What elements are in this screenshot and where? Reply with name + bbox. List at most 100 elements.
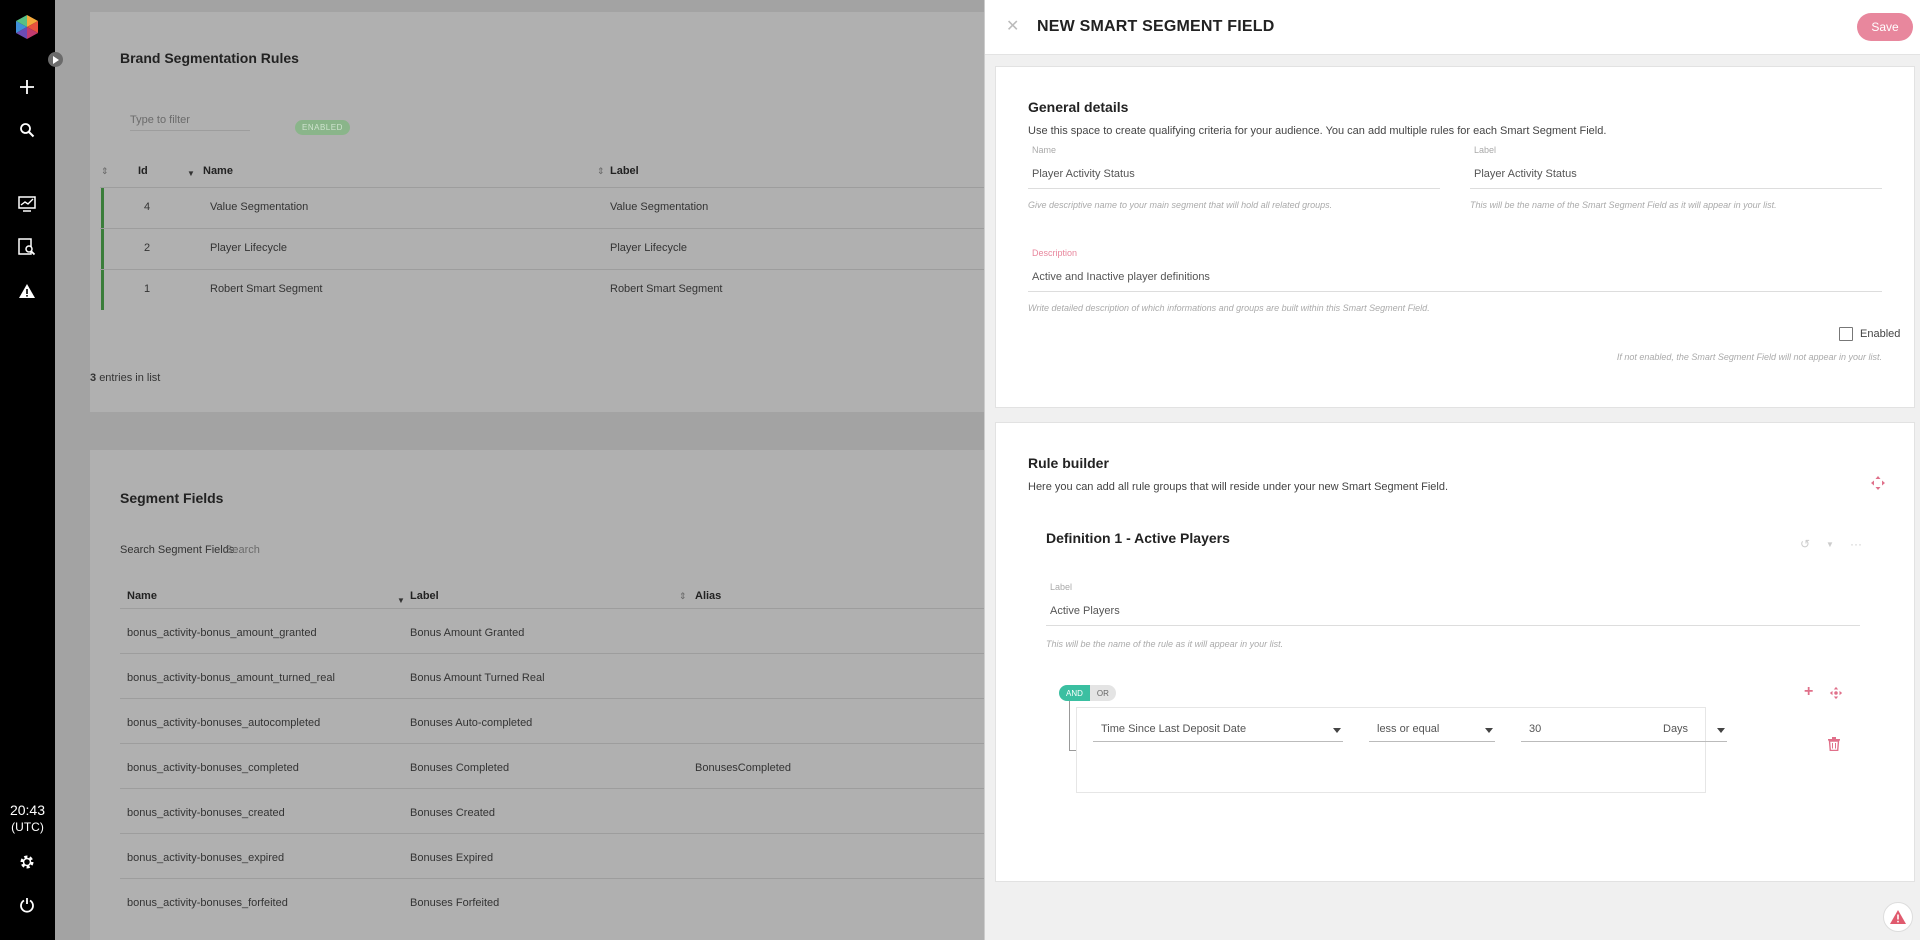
rule-condition-box: Time Since Last Deposit Date less or equ… [1076, 707, 1727, 793]
close-icon[interactable]: ✕ [1006, 16, 1019, 36]
col-name[interactable]: Name [203, 165, 233, 177]
trash-icon[interactable] [1828, 737, 1840, 754]
expand-nav-icon[interactable] [48, 52, 63, 67]
divider [120, 788, 1030, 789]
chevron-down-icon[interactable]: ▼ [1826, 540, 1834, 549]
col-name[interactable]: Name [127, 590, 157, 602]
chevron-down-icon [1717, 728, 1725, 733]
table-cell: Bonus Amount Granted [410, 627, 525, 639]
col-alias[interactable]: Alias [695, 590, 721, 602]
chevron-down-icon [1333, 728, 1341, 733]
drawer-header: ✕ NEW SMART SEGMENT FIELD Save [985, 0, 1920, 55]
segment-fields-title: Segment Fields [120, 490, 224, 506]
warning-icon[interactable] [1883, 902, 1913, 932]
brand-rules-title: Brand Segmentation Rules [120, 50, 299, 66]
name-hint: Give descriptive name to your main segme… [1028, 200, 1333, 210]
alert-icon[interactable] [14, 278, 40, 304]
app-logo[interactable] [14, 14, 40, 40]
divider [120, 608, 1030, 609]
operator-select[interactable]: less or equal [1369, 718, 1495, 742]
general-details-panel: General details Use this space to create… [995, 66, 1915, 408]
rule-label-field[interactable]: Active Players [1046, 605, 1860, 626]
col-label[interactable]: Label [410, 590, 439, 602]
sort-icon[interactable]: ⇕ [597, 166, 605, 177]
collapse-icon[interactable] [1870, 475, 1886, 494]
save-button[interactable]: Save [1857, 13, 1913, 41]
filter-input[interactable]: Type to filter [130, 114, 250, 131]
table-cell: 2 [144, 242, 151, 254]
sort-icon[interactable]: ⇕ [679, 591, 687, 602]
divider [120, 698, 1030, 699]
sort-icon[interactable]: ⇕ [101, 166, 109, 177]
gear-icon[interactable] [14, 849, 40, 875]
label-hint: This will be the name of the Smart Segme… [1470, 200, 1777, 210]
row-status-bar [101, 270, 104, 310]
or-option[interactable]: OR [1089, 685, 1116, 701]
and-option[interactable]: AND [1059, 685, 1090, 701]
history-icon[interactable]: ↺ [1800, 537, 1810, 551]
row-status-bar [101, 188, 104, 228]
more-icon[interactable]: ··· [1850, 537, 1862, 551]
enabled-checkbox[interactable] [1839, 327, 1853, 341]
unit-select[interactable]: Days [1645, 718, 1727, 742]
chevron-down-icon [1485, 728, 1493, 733]
divider [100, 228, 1030, 229]
name-field-label: Name [1032, 145, 1057, 155]
sort-down-icon[interactable]: ▼ [187, 169, 195, 178]
rule-label-field-label: Label [1050, 582, 1073, 592]
general-details-description: Use this space to create qualifying crit… [1028, 125, 1607, 137]
table-cell[interactable]: Value Segmentation [210, 201, 308, 213]
table-cell[interactable]: bonus_activity-bonus_amount_granted [127, 627, 317, 639]
table-cell: Bonuses Forfeited [410, 897, 500, 909]
col-label[interactable]: Label [610, 165, 639, 177]
brand-rules-card: Brand Segmentation Rules Type to filter … [90, 12, 1030, 412]
table-cell[interactable]: bonus_activity-bonus_amount_turned_real [127, 672, 335, 684]
divider [120, 743, 1030, 744]
segment-fields-card: Segment Fields Search Segment Fields: Se… [90, 450, 1030, 940]
table-cell[interactable]: bonus_activity-bonuses_autocompleted [127, 717, 320, 729]
search-label: Search Segment Fields: [120, 544, 238, 556]
table-cell: 4 [144, 201, 151, 213]
label-field[interactable]: Player Activity Status [1470, 168, 1882, 189]
enabled-label[interactable]: Enabled [1860, 328, 1900, 340]
table-cell[interactable]: bonus_activity-bonuses_expired [127, 852, 284, 864]
search-icon[interactable] [14, 117, 40, 143]
search-fields-input[interactable]: Search [225, 544, 375, 556]
report-search-icon[interactable] [14, 234, 40, 260]
smart-segment-drawer: ✕ NEW SMART SEGMENT FIELD Save General d… [984, 0, 1920, 940]
clock-zone: (UTC) [11, 820, 44, 834]
drag-icon[interactable] [1829, 686, 1843, 703]
table-cell: Bonuses Auto-completed [410, 717, 533, 729]
amount-input[interactable]: 30 [1521, 718, 1645, 742]
background-page: Brand Segmentation Rules Type to filter … [55, 0, 1030, 940]
description-field-label: Description [1032, 248, 1078, 258]
enabled-badge[interactable]: ENABLED [295, 120, 350, 135]
field-select[interactable]: Time Since Last Deposit Date [1093, 718, 1343, 742]
table-cell[interactable]: Player Lifecycle [210, 242, 287, 254]
table-cell[interactable]: bonus_activity-bonuses_completed [127, 762, 299, 774]
plus-icon[interactable] [14, 74, 40, 100]
operator-select-value: less or equal [1377, 723, 1440, 735]
entries-count: 3 entries in list [90, 372, 160, 384]
divider [100, 187, 1030, 188]
name-field[interactable]: Player Activity Status [1028, 168, 1440, 189]
left-nav: 20:43 (UTC) [0, 0, 63, 940]
description-field[interactable]: Active and Inactive player definitions [1028, 271, 1882, 292]
clock: 20:43 (UTC) [0, 802, 55, 836]
col-id[interactable]: Id [138, 165, 148, 177]
row-status-bar [101, 229, 104, 269]
table-cell[interactable]: bonus_activity-bonuses_forfeited [127, 897, 288, 909]
and-or-toggle[interactable]: AND OR [1059, 685, 1116, 701]
analytics-icon[interactable] [14, 191, 40, 217]
drawer-title: NEW SMART SEGMENT FIELD [1037, 18, 1275, 35]
table-cell: 1 [144, 283, 151, 295]
rule-builder-panel: Rule builder Here you can add all rule g… [995, 422, 1915, 882]
sort-down-icon[interactable]: ▼ [397, 596, 405, 605]
entries-number: 3 [90, 372, 97, 384]
table-cell[interactable]: Robert Smart Segment [210, 283, 323, 295]
add-rule-icon[interactable]: + [1804, 683, 1813, 701]
table-cell[interactable]: bonus_activity-bonuses_created [127, 807, 285, 819]
power-icon[interactable] [14, 892, 40, 918]
rule-builder-description: Here you can add all rule groups that wi… [1028, 481, 1449, 493]
clock-time: 20:43 [9, 802, 46, 818]
